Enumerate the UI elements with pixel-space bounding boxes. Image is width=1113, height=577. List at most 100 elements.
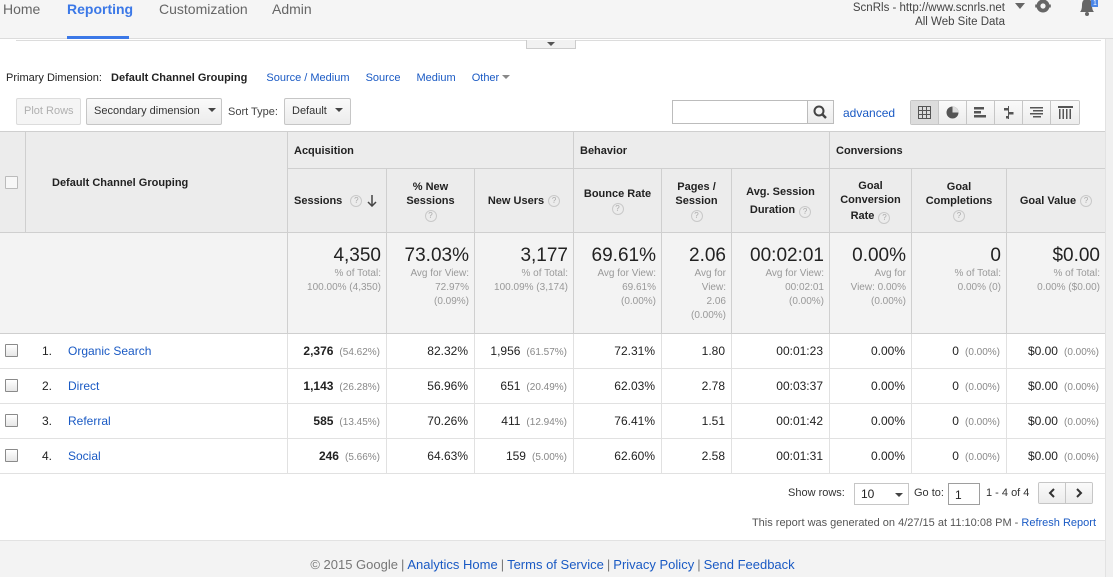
next-page-button[interactable] xyxy=(1066,483,1092,503)
tab-reporting[interactable]: Reporting xyxy=(67,0,133,39)
channel-link[interactable]: Social xyxy=(68,449,101,463)
terms-of-service-link[interactable]: Terms of Service xyxy=(507,557,604,572)
refresh-report-link[interactable]: Refresh Report xyxy=(1021,517,1096,529)
advanced-filter-link[interactable]: advanced xyxy=(843,106,895,120)
help-icon[interactable]: ? xyxy=(350,195,363,207)
column-bounce-rate[interactable]: Bounce Rate ? xyxy=(573,169,661,233)
column-sessions[interactable]: Sessions? xyxy=(287,169,386,233)
goto-page-input[interactable]: 1 xyxy=(948,483,980,505)
scrollbar[interactable] xyxy=(1105,39,1113,577)
total-note: 69.61% xyxy=(622,282,656,293)
search-button[interactable] xyxy=(807,100,834,124)
report-generated-text: This report was generated on 4/27/15 at … xyxy=(751,517,1019,529)
privacy-policy-link[interactable]: Privacy Policy xyxy=(613,557,694,572)
column-pages-per-session[interactable]: Pages / Session ? xyxy=(661,169,731,233)
column-label: Goal Value xyxy=(1019,195,1077,207)
pages-cell: 1.51 xyxy=(661,404,731,439)
send-feedback-link[interactable]: Send Feedback xyxy=(704,557,795,572)
channel-link[interactable]: Direct xyxy=(68,379,99,393)
row-checkbox[interactable] xyxy=(5,414,18,427)
plot-rows-button[interactable]: Plot Rows xyxy=(16,98,81,125)
help-icon[interactable]: ? xyxy=(953,210,965,222)
help-icon[interactable]: ? xyxy=(690,210,703,222)
view-data-table[interactable] xyxy=(911,101,939,124)
total-avg-session-duration: 00:02:01 Avg for View: 00:02:01 (0.00%) xyxy=(731,233,829,334)
channel-link[interactable]: Referral xyxy=(68,414,111,428)
column-new-users[interactable]: New Users? xyxy=(474,169,573,233)
goal-value-value: $0.00 xyxy=(1027,344,1058,358)
column-avg-session-duration[interactable]: Avg. Session Duration? xyxy=(731,169,829,233)
row-checkbox[interactable] xyxy=(5,379,18,392)
collapse-toggle[interactable] xyxy=(526,40,576,49)
chevron-down-icon xyxy=(895,493,903,497)
chevron-down-icon xyxy=(207,108,216,112)
tab-admin[interactable]: Admin xyxy=(272,0,312,39)
table-row: 4. Social 246 (5.66%) 64.63% 159 (5.00%) 6… xyxy=(0,439,1105,474)
help-icon[interactable]: ? xyxy=(548,195,561,207)
view-term-cloud[interactable] xyxy=(1023,101,1051,124)
row-checkbox[interactable] xyxy=(5,344,18,357)
dimension-other-dropdown[interactable]: Other xyxy=(472,72,511,84)
notification-bell-icon[interactable]: 1 xyxy=(1076,0,1098,18)
new-users-value: 651 xyxy=(500,379,521,393)
column-label: New Users xyxy=(487,195,545,207)
view-pivot[interactable] xyxy=(1051,101,1079,124)
pivot-icon xyxy=(1057,106,1073,119)
row-checkbox[interactable] xyxy=(5,449,18,462)
view-performance[interactable] xyxy=(967,101,995,124)
account-selector[interactable]: ScnRls - http://www.scnrls.net All Web S… xyxy=(853,0,1025,29)
analytics-home-link[interactable]: Analytics Home xyxy=(407,557,497,572)
column-goal-conversion-rate[interactable]: Goal Conversion Rate? xyxy=(829,169,911,233)
help-icon[interactable]: ? xyxy=(424,210,437,222)
table-header: Default Channel Grouping Acquisition Beh… xyxy=(0,132,1105,233)
bounce-rate-cell: 62.60% xyxy=(573,439,661,474)
column-goal-value[interactable]: Goal Value? xyxy=(1006,169,1105,233)
dimension-source[interactable]: Source xyxy=(366,72,401,84)
tab-home[interactable]: Home xyxy=(3,0,40,39)
sort-type-label: Sort Type: xyxy=(228,106,278,118)
channel-cell: 2. Direct xyxy=(0,369,287,404)
table-row: 3. Referral 585 (13.45%) 70.26% 411 (12.94… xyxy=(0,404,1105,439)
table-search-input[interactable] xyxy=(672,100,808,124)
secondary-dimension-dropdown[interactable]: Secondary dimension xyxy=(86,98,222,125)
total-note: View: xyxy=(701,282,726,293)
help-icon[interactable]: ? xyxy=(1080,195,1093,207)
help-icon[interactable]: ? xyxy=(878,211,891,224)
previous-page-button[interactable] xyxy=(1039,483,1066,503)
column-label: % New xyxy=(412,181,449,193)
column-sessions-label: Sessions xyxy=(294,195,343,207)
bounce-rate-cell: 62.03% xyxy=(573,369,661,404)
dimension-medium[interactable]: Medium xyxy=(417,72,456,84)
footer: © 2015 Google | Analytics Home | Terms of Se… xyxy=(0,540,1105,577)
pagination-range: 1 - 4 of 4 xyxy=(986,487,1030,499)
help-icon[interactable]: ? xyxy=(611,203,624,215)
show-rows-select[interactable]: 10 xyxy=(854,483,909,505)
gear-icon[interactable] xyxy=(1033,0,1053,17)
dimension-source-medium[interactable]: Source / Medium xyxy=(266,72,349,84)
view-percentage[interactable] xyxy=(939,101,967,124)
sessions-value: 2,376 xyxy=(303,344,334,358)
chevron-right-icon xyxy=(1076,488,1083,498)
dimension-column-header[interactable]: Default Channel Grouping xyxy=(25,132,287,233)
goal-value-percent: (0.00%) xyxy=(1063,417,1099,428)
total-note: (0.00%) xyxy=(870,296,906,307)
column-goal-completions[interactable]: Goal Completions ? xyxy=(911,169,1006,233)
table-grid-icon xyxy=(918,106,931,119)
goal-conversion-rate-cell: 0.00% xyxy=(829,404,911,439)
total-goal-value: $0.00 % of Total: 0.00% ($0.00) xyxy=(1006,233,1105,334)
total-note: Avg for View: xyxy=(410,268,469,279)
column-new-sessions[interactable]: % New Sessions ? xyxy=(386,169,474,233)
column-label: Goal xyxy=(946,181,972,193)
view-comparison[interactable] xyxy=(995,101,1023,124)
chevron-down-icon xyxy=(334,108,343,112)
new-sessions-cell: 70.26% xyxy=(386,404,474,439)
help-icon[interactable]: ? xyxy=(799,205,812,218)
goal-completions-value: 0 xyxy=(952,414,959,428)
tab-customization[interactable]: Customization xyxy=(159,0,248,39)
goal-conversion-rate-cell: 0.00% xyxy=(829,439,911,474)
select-all-checkbox[interactable] xyxy=(5,176,18,189)
sort-type-dropdown[interactable]: Default xyxy=(284,98,351,125)
channel-link[interactable]: Organic Search xyxy=(68,344,151,358)
total-note: (0.00%) xyxy=(788,296,824,307)
goal-completions-percent: (0.00%) xyxy=(964,347,1000,358)
